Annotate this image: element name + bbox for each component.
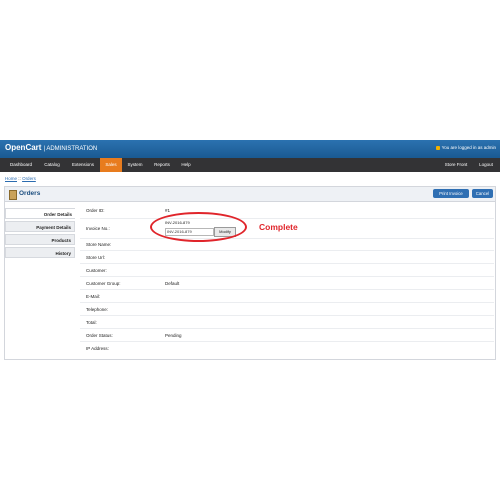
panel-header: Orders Print Invoice Cancel xyxy=(5,187,495,202)
highlight-ellipse xyxy=(150,212,247,242)
customer-group-value: Default xyxy=(165,281,180,286)
customer-group-label: Customer Group: xyxy=(86,281,121,286)
nav-catalog[interactable]: Catalog xyxy=(38,158,66,172)
print-invoice-button[interactable]: Print Invoice xyxy=(433,189,469,198)
orders-panel: Orders Print Invoice Cancel xyxy=(4,186,496,360)
nav-extensions[interactable]: Extensions xyxy=(66,158,100,172)
row-divider xyxy=(80,302,494,303)
login-status-text: You are logged in as admin xyxy=(441,145,496,150)
nav-system[interactable]: System xyxy=(122,158,148,172)
lock-icon xyxy=(435,145,440,150)
tab-payment-details[interactable]: Payment Details xyxy=(5,221,75,232)
main-nav: Dashboard Catalog Extensions Sales Syste… xyxy=(0,158,500,172)
ip-address-label: IP Address: xyxy=(86,346,109,351)
cancel-button[interactable]: Cancel xyxy=(472,189,493,198)
row-divider xyxy=(80,218,494,219)
customer-label: Customer: xyxy=(86,268,107,273)
total-label: Total: xyxy=(86,320,97,325)
nav-help[interactable]: Help xyxy=(176,158,196,172)
nav-logout[interactable]: Logout xyxy=(474,158,498,172)
row-divider xyxy=(80,263,494,264)
row-divider xyxy=(80,250,494,251)
page-title: Orders xyxy=(19,190,41,197)
order-id-label: Order ID: xyxy=(86,208,105,213)
breadcrumb-separator: :: xyxy=(18,176,21,181)
row-divider xyxy=(80,289,494,290)
tab-order-details[interactable]: Order Details xyxy=(5,208,75,219)
nav-store-front[interactable]: Store Front xyxy=(440,158,472,172)
nav-reports[interactable]: Reports xyxy=(148,158,176,172)
breadcrumb-orders[interactable]: Orders xyxy=(22,176,36,181)
complete-annotation: Complete xyxy=(259,222,298,232)
invoice-no-label: Invoice No.: xyxy=(86,226,110,231)
row-divider xyxy=(80,276,494,277)
tab-products[interactable]: Products xyxy=(5,234,75,245)
order-id-value: #1 xyxy=(165,208,171,213)
store-name-label: Store Name: xyxy=(86,242,112,247)
row-divider xyxy=(80,238,494,239)
nav-dashboard[interactable]: Dashboard xyxy=(4,158,38,172)
brand-logo[interactable]: OpenCart | ADMINISTRATION xyxy=(5,143,97,152)
brand-subtitle: | ADMINISTRATION xyxy=(43,146,98,152)
orders-icon xyxy=(9,190,17,200)
tab-history[interactable]: History xyxy=(5,247,75,258)
login-status: You are logged in as admin xyxy=(435,145,496,150)
store-url-label: Store Url: xyxy=(86,255,106,260)
row-divider xyxy=(80,315,494,316)
top-header: OpenCart | ADMINISTRATION You are logged … xyxy=(0,140,500,158)
telephone-label: Telephone: xyxy=(86,307,109,312)
email-label: E-Mail: xyxy=(86,294,101,299)
nav-sales[interactable]: Sales xyxy=(100,158,122,172)
breadcrumb: Home :: Orders xyxy=(5,176,36,181)
breadcrumb-home[interactable]: Home xyxy=(5,176,17,181)
row-divider xyxy=(80,328,494,329)
order-status-label: Order Status: xyxy=(86,333,113,338)
order-status-value: Pending xyxy=(165,333,182,338)
brand-name: OpenCart xyxy=(5,143,42,152)
row-divider xyxy=(80,341,494,342)
